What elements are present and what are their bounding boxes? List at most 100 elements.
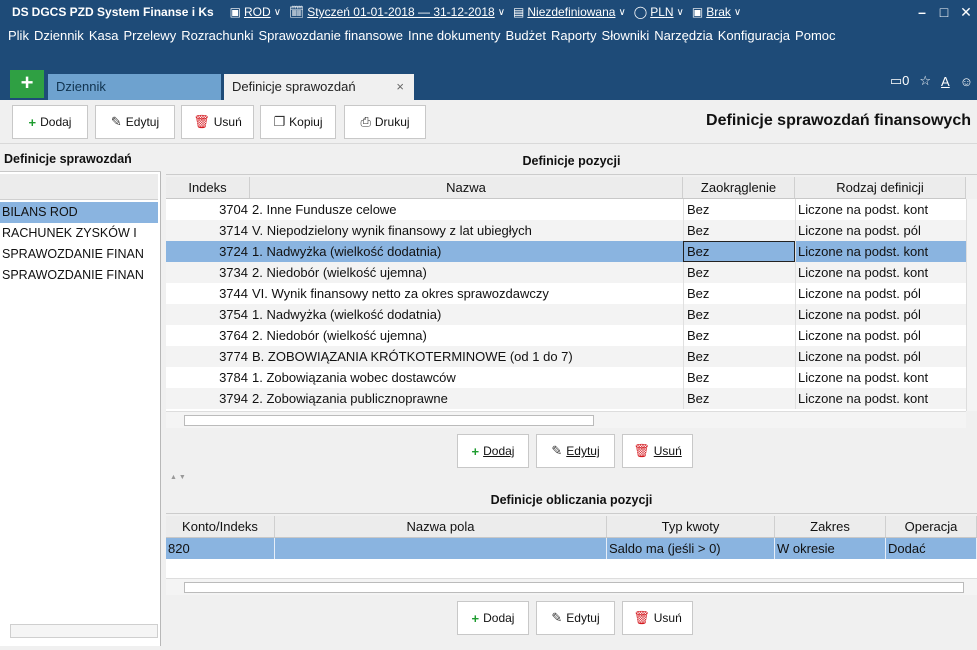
maximize-icon[interactable]: □ [933,4,955,20]
positions-delete-button[interactable]: 🗑 Usuń [622,434,693,468]
menu-kasa[interactable]: Kasa [89,28,119,43]
column-header-indeks[interactable]: Indeks [166,177,250,198]
column-header-rodzaj[interactable]: Rodzaj definicji [795,177,966,198]
column-header-zakres[interactable]: Zakres [775,516,886,537]
cell-indeks: 3724 [219,244,248,259]
table-row[interactable]: 3774 B. ZOBOWIĄZANIA KRÓTKOTERMINOWE (od… [166,346,966,367]
chevron-down-icon: ∨ [618,6,626,18]
copy-button[interactable]: ❐ Kopiuj [260,105,336,139]
filter-selector[interactable]: ▤ Niezdefiniowana ∨ [513,5,626,19]
cell-nazwa: 2. Inne Fundusze celowe [252,202,397,217]
menu-slowniki[interactable]: Słowniki [602,28,650,43]
panel-splitter[interactable]: ▲ ▼ [166,474,977,482]
scrollbar-thumb[interactable] [184,415,594,426]
list-item[interactable]: SPRAWOZDANIE FINAN [0,265,158,286]
menu-plik[interactable]: Plik [8,28,29,43]
menu-budzet[interactable]: Budżet [506,28,546,43]
edit-button[interactable]: ✎ Edytuj [95,105,175,139]
calc-delete-button[interactable]: 🗑 Usuń [622,601,693,635]
cell-indeks: 3794 [219,391,248,406]
star-icon[interactable]: ☆ [919,73,931,89]
menu-raporty[interactable]: Raporty [551,28,597,43]
menu-konfiguracja[interactable]: Konfiguracja [718,28,790,43]
menu-przelewy[interactable]: Przelewy [123,28,176,43]
column-header-operacja[interactable]: Operacja [886,516,977,537]
calc-edit-button[interactable]: ✎ Edytuj [536,601,615,635]
unit-selector[interactable]: ▣ ROD ∨ [230,5,281,19]
column-header-konto[interactable]: Konto/Indeks [166,516,275,537]
menu-sprawozdanie[interactable]: Sprawozdanie finansowe [258,28,403,43]
table-row[interactable]: 3714 V. Niepodzielony wynik finansowy z … [166,220,966,241]
report-definitions-panel: Definicje sprawozdań BILANS ROD RACHUNEK… [0,146,161,646]
table-row[interactable]: 3734 2. Niedobór (wielkość ujemna) Bez L… [166,262,966,283]
column-header-typ-kwoty[interactable]: Typ kwoty [607,516,775,537]
table-row[interactable]: 3704 2. Inne Fundusze celowe Bez Liczone… [166,199,966,220]
new-tab-button[interactable]: + [10,70,44,98]
plus-icon: + [471,443,480,459]
window-controls: – □ ✕ [911,0,977,24]
column-header-nazwa[interactable]: Nazwa [250,177,683,198]
cell-nazwa: VI. Wynik finansowy netto za okres spraw… [252,286,549,301]
table-row[interactable]: 3784 1. Zobowiązania wobec dostawców Bez… [166,367,966,388]
menu-bar: Plik Dziennik Kasa Przelewy Rozrachunki … [0,24,977,46]
close-tab-icon[interactable]: × [396,74,404,100]
table-row[interactable]: 3794 2. Zobowiązania publicznoprawne Bez… [166,388,966,409]
notification-icon[interactable]: ▭0 [890,73,910,89]
column-header-nazwa-pola[interactable]: Nazwa pola [275,516,607,537]
positions-title: Definicje pozycji [166,148,977,175]
menu-narzedzia[interactable]: Narzędzia [654,28,713,43]
menu-dziennik[interactable]: Dziennik [34,28,84,43]
user-icon[interactable]: ☺ [960,74,973,89]
period-label: Styczeń 01-01-2018 — 31-12-2018 [307,5,495,19]
currency-selector[interactable]: ◯ PLN ∨ [634,5,684,19]
horizontal-scrollbar[interactable] [166,578,977,595]
table-row[interactable]: 3764 2. Niedobór (wielkość ujemna) Bez L… [166,325,966,346]
menu-inne-dokumenty[interactable]: Inne dokumenty [408,28,501,43]
cell-nazwa: 2. Niedobór (wielkość ujemna) [252,328,427,343]
column-header-zaokraglenie[interactable]: Zaokrąglenie [683,177,795,198]
tab-dziennik[interactable]: Dziennik [48,74,221,100]
list-item[interactable]: SPRAWOZDANIE FINAN [0,244,158,265]
positions-edit-button[interactable]: ✎ Edytuj [536,434,615,468]
delete-button[interactable]: 🗑 Usuń [181,105,254,139]
add-button[interactable]: + Dodaj [12,105,88,139]
table-row[interactable]: 3744 VI. Wynik finansowy netto za okres … [166,283,966,304]
print-button[interactable]: ⎙ Drukuj [344,105,426,139]
add-label: Dodaj [40,115,72,129]
positions-add-button[interactable]: + Dodaj [457,434,529,468]
close-icon[interactable]: ✕ [955,4,977,21]
cell-indeks: 3714 [219,223,248,238]
copy-label: Kopiuj [289,115,323,129]
period-selector[interactable]: 🗓 Styczeń 01-01-2018 — 31-12-2018 ∨ [289,5,505,19]
cell-nazwa: 2. Niedobór (wielkość ujemna) [252,265,427,280]
font-size-icon[interactable]: A [941,74,950,89]
cell-indeks: 3704 [219,202,248,217]
cell-indeks: 3774 [219,349,248,364]
calendar-icon: 🗓 [289,5,305,19]
list-item[interactable]: RACHUNEK ZYSKÓW I [0,223,158,244]
vertical-scrollbar[interactable] [966,199,977,411]
table-row-selected[interactable]: 820 Saldo ma (jeśli > 0) W okresie Dodać [166,538,977,559]
tab-definicje[interactable]: Definicje sprawozdań × [224,74,414,100]
tabbar-tools: ▭0 ☆ A ☺ [890,73,973,89]
horizontal-scrollbar[interactable] [10,624,158,638]
cell-zaokraglenie: Bez [683,367,795,388]
menu-pomoc[interactable]: Pomoc [795,28,835,43]
edit-icon: ✎ [551,610,563,625]
briefcase-icon: ▣ [229,5,242,19]
cell-indeks: 3744 [219,286,248,301]
calc-title: Definicje obliczania pozycji [166,487,977,514]
chevron-down-icon: ∨ [733,6,742,18]
menu-rozrachunki[interactable]: Rozrachunki [181,28,253,43]
trash-icon: 🗑 [633,610,650,625]
extra-selector[interactable]: ▣ Brak ∨ [692,5,741,19]
table-row[interactable]: 3754 1. Nadwyżka (wielkość dodatnia) Bez… [166,304,966,325]
app-logo: DS [12,5,29,19]
minimize-icon[interactable]: – [911,4,933,20]
calc-add-button[interactable]: + Dodaj [457,601,529,635]
table-row-selected[interactable]: 3724 1. Nadwyżka (wielkość dodatnia) Bez… [166,241,966,262]
horizontal-scrollbar[interactable] [166,411,966,428]
cell-zaokraglenie[interactable]: Bez [683,241,795,262]
scrollbar-thumb[interactable] [184,582,964,593]
list-item[interactable]: BILANS ROD [0,202,158,223]
